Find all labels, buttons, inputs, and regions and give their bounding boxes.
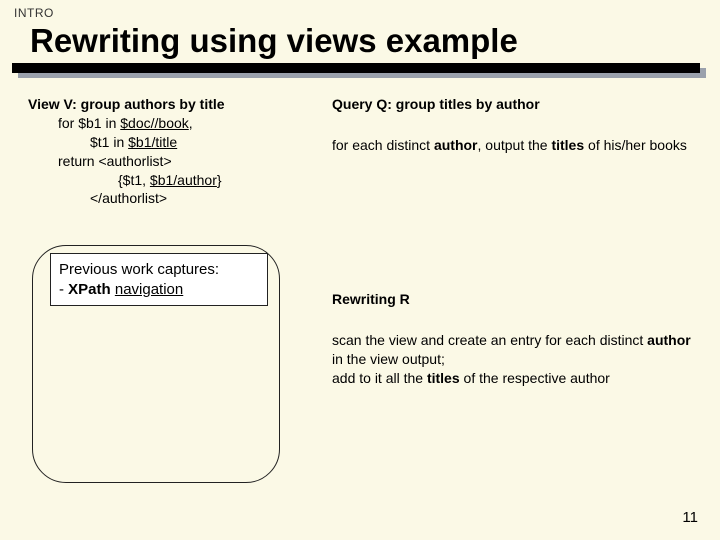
page-number: 11 xyxy=(682,509,698,526)
view-line-3: return <authorlist> xyxy=(58,152,318,171)
rewriting-block: Rewriting R scan the view and create an … xyxy=(332,290,692,388)
t: , xyxy=(189,115,193,131)
query-heading: Query Q: group titles by author xyxy=(332,95,692,114)
rewriting-line-2: add to it all the titles of the respecti… xyxy=(332,369,692,388)
t: XPath xyxy=(68,281,111,298)
t: , output the xyxy=(478,137,552,153)
t: - xyxy=(59,281,68,298)
t: in the view output; xyxy=(332,351,445,367)
section-header: INTRO xyxy=(14,6,54,20)
t: $b1/title xyxy=(128,134,177,150)
view-line-1: for $b1 in $doc//book, xyxy=(58,114,318,133)
t: $b1/author xyxy=(150,172,217,188)
t: scan the view and create an entry for ea… xyxy=(332,332,647,348)
prev-line-2: - XPath navigation xyxy=(59,280,259,300)
t: author xyxy=(647,332,691,348)
view-line-4: {$t1, $b1/author} xyxy=(118,171,318,190)
rewriting-line-1: scan the view and create an entry for ea… xyxy=(332,331,692,369)
t: of his/her books xyxy=(584,137,687,153)
query-block: Query Q: group titles by author for each… xyxy=(332,95,692,177)
t: navigation xyxy=(115,281,183,298)
view-line-5: </authorlist> xyxy=(90,189,318,208)
t: author xyxy=(434,137,478,153)
title-rule xyxy=(12,63,700,73)
prev-line-1: Previous work captures: xyxy=(59,260,259,280)
t: $t1 in xyxy=(90,134,128,150)
t: titles xyxy=(551,137,584,153)
previous-work-box: Previous work captures: - XPath navigati… xyxy=(50,253,268,306)
t: titles xyxy=(427,370,460,386)
query-body: for each distinct author, output the tit… xyxy=(332,136,692,155)
t: add to it all the xyxy=(332,370,427,386)
t: } xyxy=(217,172,222,188)
t: for each distinct xyxy=(332,137,434,153)
view-definition: View V: group authors by title for $b1 i… xyxy=(28,95,318,208)
t: for $b1 in xyxy=(58,115,120,131)
t: {$t1, xyxy=(118,172,150,188)
view-line-2: $t1 in $b1/title xyxy=(90,133,318,152)
t: of the respective author xyxy=(460,370,610,386)
t: $doc//book xyxy=(120,115,189,131)
view-heading: View V: group authors by title xyxy=(28,95,318,114)
page-title: Rewriting using views example xyxy=(30,22,518,60)
rewriting-heading: Rewriting R xyxy=(332,290,692,309)
